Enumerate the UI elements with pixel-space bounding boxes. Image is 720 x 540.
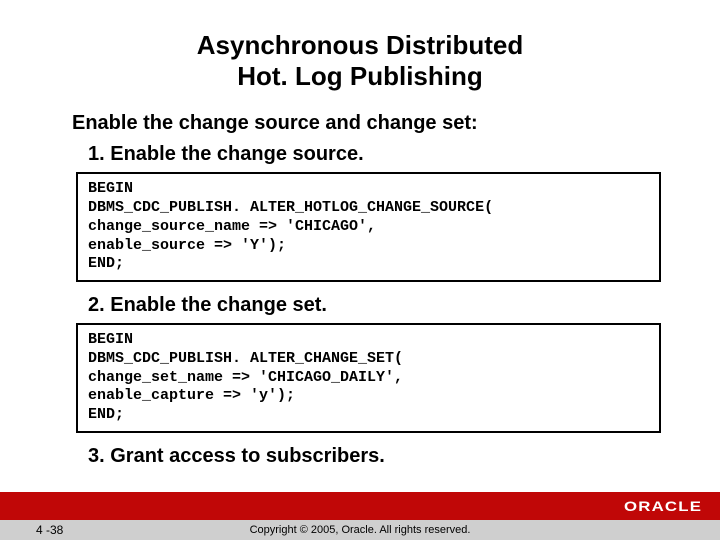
slide-title: Asynchronous Distributed Hot. Log Publis… (0, 0, 720, 92)
step-3: 3. Grant access to subscribers. (88, 445, 665, 468)
code-block-1: BEGIN DBMS_CDC_PUBLISH. ALTER_HOTLOG_CHA… (76, 172, 661, 282)
subheading: Enable the change source and change set: (72, 112, 665, 135)
code-block-2: BEGIN DBMS_CDC_PUBLISH. ALTER_CHANGE_SET… (76, 323, 661, 433)
oracle-logo: ORACLE (624, 498, 702, 514)
step-1: 1. Enable the change source. (88, 143, 665, 166)
footer: ORACLE 4 -38 Copyright © 2005, Oracle. A… (0, 492, 720, 540)
title-line-1: Asynchronous Distributed (0, 30, 720, 61)
page-number: 4 -38 (36, 523, 63, 537)
footer-greybar: 4 -38 Copyright © 2005, Oracle. All righ… (0, 520, 720, 540)
copyright-text: Copyright © 2005, Oracle. All rights res… (250, 524, 471, 536)
footer-redbar: ORACLE (0, 492, 720, 520)
slide-body: Enable the change source and change set:… (0, 92, 720, 468)
title-line-2: Hot. Log Publishing (0, 61, 720, 92)
slide: Asynchronous Distributed Hot. Log Publis… (0, 0, 720, 540)
step-2: 2. Enable the change set. (88, 294, 665, 317)
